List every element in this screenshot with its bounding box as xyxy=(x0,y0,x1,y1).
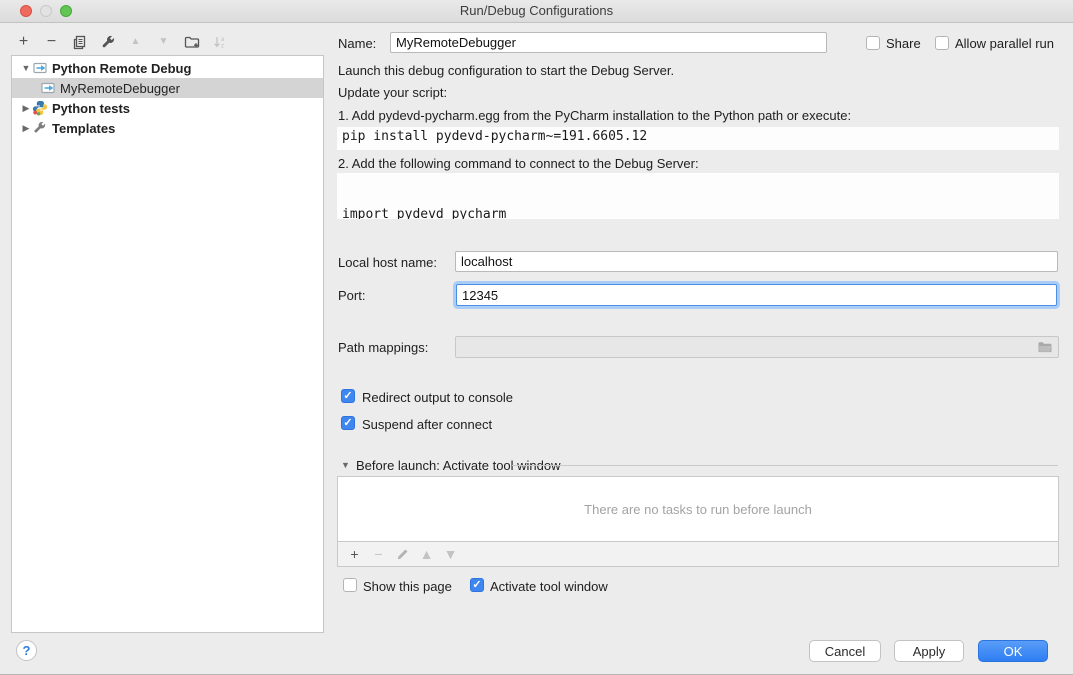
configurations-tree: ▼ Python Remote Debug MyRemoteDebugger ▶… xyxy=(11,55,324,633)
apply-button[interactable]: Apply xyxy=(894,640,964,662)
tree-item-python-remote-debug[interactable]: ▼ Python Remote Debug xyxy=(12,58,323,78)
edit-task-button[interactable] xyxy=(395,547,410,562)
path-mappings-label: Path mappings: xyxy=(338,340,428,355)
sort-az-icon: az xyxy=(212,34,228,50)
title-bar: Run/Debug Configurations xyxy=(0,0,1073,23)
local-host-name-input[interactable] xyxy=(455,251,1058,272)
tree-item-label: Templates xyxy=(52,121,115,136)
plus-icon: + xyxy=(19,34,28,50)
edit-defaults-button[interactable] xyxy=(99,34,116,51)
browse-folder-icon[interactable] xyxy=(1037,339,1053,358)
tree-item-myremotedebugger[interactable]: MyRemoteDebugger xyxy=(12,78,323,98)
redirect-output-checkbox[interactable] xyxy=(341,389,355,403)
chevron-collapsed-icon[interactable]: ▶ xyxy=(20,103,32,114)
activate-tool-window-checkbox[interactable] xyxy=(470,578,484,592)
help-button[interactable]: ? xyxy=(16,640,37,661)
no-tasks-text: There are no tasks to run before launch xyxy=(584,502,812,517)
path-mappings-input[interactable] xyxy=(455,336,1059,358)
ok-button[interactable]: OK xyxy=(978,640,1048,662)
name-input[interactable] xyxy=(390,32,827,53)
settrace-code: import pydevd_pycharm pydevd_pycharm.set… xyxy=(337,173,1059,219)
description-text: Launch this debug configuration to start… xyxy=(338,63,674,78)
tree-item-label: MyRemoteDebugger xyxy=(60,81,180,96)
move-down-button[interactable]: ▼ xyxy=(155,34,172,51)
move-up-button[interactable]: ▲ xyxy=(127,34,144,51)
tree-item-templates[interactable]: ▶ Templates xyxy=(12,118,323,138)
tree-item-label: Python Remote Debug xyxy=(52,61,191,76)
chevron-collapsed-icon[interactable]: ▶ xyxy=(20,123,32,134)
arrow-down-icon: ▼ xyxy=(444,547,458,561)
suspend-after-connect-checkbox[interactable] xyxy=(341,416,355,430)
run-debug-configurations-dialog: Run/Debug Configurations + − ▲ ▼ xyxy=(0,0,1073,675)
add-task-button[interactable]: + xyxy=(347,547,362,562)
add-configuration-button[interactable]: + xyxy=(15,34,32,51)
svg-text:a: a xyxy=(221,37,225,43)
move-task-up-button[interactable]: ▲ xyxy=(419,547,434,562)
pencil-icon xyxy=(396,548,409,561)
sort-configurations-button[interactable]: az xyxy=(211,34,228,51)
activate-tool-window-label: Activate tool window xyxy=(490,579,608,594)
step1-text: 1. Add pydevd-pycharm.egg from the PyCha… xyxy=(338,108,851,123)
pip-install-code: pip install pydevd-pycharm~=191.6605.12 xyxy=(337,127,1059,150)
share-label: Share xyxy=(886,36,921,51)
update-script-text: Update your script: xyxy=(338,85,447,100)
arrow-down-icon: ▼ xyxy=(159,37,169,47)
tree-item-python-tests[interactable]: ▶ Python tests xyxy=(12,98,323,118)
templates-wrench-icon xyxy=(32,120,48,136)
copy-configuration-button[interactable] xyxy=(71,34,88,51)
before-launch-divider xyxy=(512,465,1058,466)
python-tests-icon xyxy=(32,100,48,116)
wrench-icon xyxy=(100,34,116,50)
show-this-page-label: Show this page xyxy=(363,579,452,594)
settrace-code-line1: import pydevd_pycharm xyxy=(342,206,1054,219)
port-label: Port: xyxy=(338,288,365,303)
show-this-page-checkbox[interactable] xyxy=(343,578,357,592)
cancel-button[interactable]: Cancel xyxy=(809,640,881,662)
copy-icon xyxy=(72,35,87,50)
svg-text:z: z xyxy=(221,44,224,50)
suspend-after-connect-label: Suspend after connect xyxy=(362,417,492,432)
redirect-output-label: Redirect output to console xyxy=(362,390,513,405)
chevron-expanded-icon[interactable]: ▼ xyxy=(20,63,32,73)
remove-task-button[interactable]: − xyxy=(371,547,386,562)
allow-parallel-run-label: Allow parallel run xyxy=(955,36,1054,51)
new-folder-icon xyxy=(184,34,200,50)
share-checkbox[interactable] xyxy=(866,36,880,50)
arrow-up-icon: ▲ xyxy=(420,547,434,561)
remove-configuration-button[interactable]: − xyxy=(43,34,60,51)
create-folder-button[interactable] xyxy=(183,34,200,51)
run-configuration-icon xyxy=(32,60,48,76)
arrow-up-icon: ▲ xyxy=(131,37,141,47)
port-input[interactable] xyxy=(456,284,1057,306)
before-launch-tasks-list: There are no tasks to run before launch xyxy=(337,476,1059,542)
before-launch-chevron-icon[interactable]: ▼ xyxy=(341,460,350,470)
local-host-name-label: Local host name: xyxy=(338,255,437,270)
move-task-down-button[interactable]: ▼ xyxy=(443,547,458,562)
minus-icon: − xyxy=(47,34,56,50)
run-configuration-icon xyxy=(40,80,56,96)
minus-icon: − xyxy=(374,547,382,561)
tree-item-label: Python tests xyxy=(52,101,130,116)
allow-parallel-run-checkbox[interactable] xyxy=(935,36,949,50)
step2-text: 2. Add the following command to connect … xyxy=(338,156,699,171)
window-title: Run/Debug Configurations xyxy=(0,3,1073,18)
plus-icon: + xyxy=(350,547,358,561)
tasks-toolbar: + − ▲ ▼ xyxy=(337,541,1059,567)
configurations-toolbar: + − ▲ ▼ az xyxy=(15,30,228,54)
name-label: Name: xyxy=(338,36,376,51)
